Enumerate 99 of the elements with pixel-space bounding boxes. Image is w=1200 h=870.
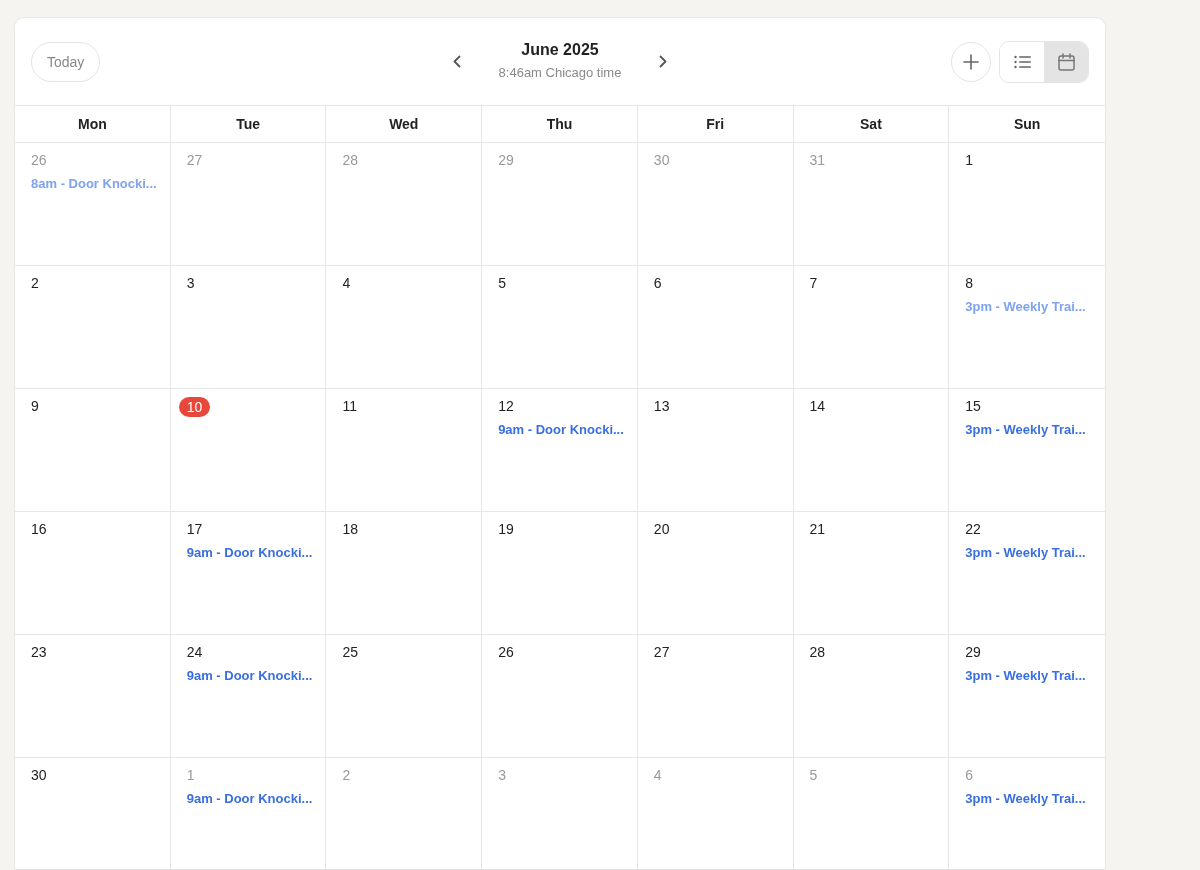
day-cell[interactable]: 12 9am - Door Knocki... — [482, 389, 638, 512]
day-number: 28 — [809, 643, 826, 661]
today-button[interactable]: Today — [31, 41, 101, 82]
day-cell[interactable]: 3 — [170, 266, 327, 389]
day-number: 14 — [809, 397, 826, 415]
day-number: 30 — [31, 766, 47, 784]
event-link[interactable]: 9am - Door Knocki... — [498, 422, 624, 437]
day-cell[interactable]: 23 — [15, 635, 171, 758]
chevron-right-icon — [659, 55, 668, 68]
day-number: 26 — [498, 643, 514, 661]
day-number: 8 — [965, 274, 974, 292]
day-number: 11 — [342, 397, 357, 415]
day-number: 9 — [31, 397, 39, 415]
weekday-header: Fri — [637, 106, 794, 143]
day-cell[interactable]: 26 — [482, 635, 638, 758]
calendar-icon — [1057, 52, 1075, 71]
day-cell[interactable]: 13 — [637, 389, 794, 512]
day-cell[interactable]: 18 — [326, 512, 483, 635]
day-cell[interactable]: 15 3pm - Weekly Trai... — [949, 389, 1105, 512]
event-link[interactable]: 9am - Door Knocki... — [186, 545, 313, 560]
event-link[interactable]: 9am - Door Knocki... — [186, 668, 313, 683]
day-number: 3 — [186, 274, 195, 292]
day-cell[interactable]: 6 3pm - Weekly Trai... — [949, 758, 1105, 870]
day-cell[interactable]: 25 — [326, 635, 483, 758]
day-number: 17 — [186, 520, 203, 538]
day-number: 31 — [809, 151, 826, 169]
day-number: 2 — [342, 766, 351, 784]
event-link[interactable]: 3pm - Weekly Trai... — [965, 545, 1086, 560]
event-link[interactable]: 3pm - Weekly Trai... — [965, 791, 1086, 806]
add-event-button[interactable] — [951, 41, 991, 82]
day-cell[interactable]: 14 — [793, 389, 950, 512]
day-cell[interactable]: 27 — [637, 635, 794, 758]
day-number: 10 — [178, 397, 211, 417]
day-number: 4 — [342, 274, 351, 292]
day-number: 16 — [31, 520, 47, 538]
day-number: 6 — [653, 274, 662, 292]
day-cell[interactable]: 28 — [793, 635, 950, 758]
day-number: 1 — [186, 766, 195, 784]
day-number: 18 — [342, 520, 358, 538]
day-number: 6 — [965, 766, 974, 784]
day-number: 26 — [31, 151, 47, 169]
weekday-header: Thu — [482, 106, 638, 143]
day-number: 1 — [965, 151, 974, 169]
day-number: 7 — [809, 274, 818, 292]
day-cell[interactable]: 9 — [15, 389, 171, 512]
plus-icon — [963, 53, 979, 70]
event-link[interactable]: 3pm - Weekly Trai... — [965, 668, 1086, 683]
day-number: 2 — [31, 274, 39, 292]
day-number: 12 — [498, 397, 514, 415]
day-number: 25 — [342, 643, 358, 661]
day-cell[interactable]: 7 — [793, 266, 950, 389]
day-cell[interactable]: 5 — [482, 266, 638, 389]
day-cell[interactable]: 20 — [637, 512, 794, 635]
day-number: 4 — [653, 766, 662, 784]
day-number: 27 — [186, 151, 203, 169]
current-time-text: 8:46am Chicago time — [498, 65, 622, 80]
day-number: 29 — [498, 151, 514, 169]
day-cell[interactable]: 8 3pm - Weekly Trai... — [949, 266, 1105, 389]
day-cell[interactable]: 2 — [15, 266, 171, 389]
chevron-left-icon — [452, 55, 461, 68]
event-link[interactable]: 3pm - Weekly Trai... — [965, 422, 1086, 437]
day-cell[interactable]: 10 — [170, 389, 327, 512]
day-cell[interactable]: 29 3pm - Weekly Trai... — [949, 635, 1105, 758]
day-number: 29 — [965, 643, 981, 661]
day-number: 22 — [965, 520, 981, 538]
day-cell[interactable]: 16 — [15, 512, 171, 635]
day-number: 20 — [653, 520, 670, 538]
calendar-view-button[interactable] — [1044, 41, 1088, 82]
day-cell[interactable]: 17 9am - Door Knocki... — [170, 512, 327, 635]
weekday-header: Sat — [793, 106, 950, 143]
day-number: 15 — [965, 397, 981, 415]
day-number: 28 — [342, 151, 358, 169]
weekday-header: Tue — [170, 106, 327, 143]
weekday-header: Wed — [326, 106, 483, 143]
month-title: June 2025 — [521, 41, 599, 59]
day-number: 24 — [186, 643, 203, 661]
day-cell[interactable]: 21 — [793, 512, 950, 635]
day-number: 23 — [31, 643, 47, 661]
day-number: 21 — [809, 520, 826, 538]
day-cell[interactable]: 30 — [15, 758, 171, 870]
day-number: 27 — [653, 643, 670, 661]
day-cell[interactable]: 19 — [482, 512, 638, 635]
day-cell[interactable]: 22 3pm - Weekly Trai... — [949, 512, 1105, 635]
day-cell[interactable]: 1 9am - Door Knocki... — [170, 758, 327, 870]
day-cell[interactable]: 24 9am - Door Knocki... — [170, 635, 327, 758]
day-cell[interactable]: 1 — [949, 143, 1105, 266]
day-number: 3 — [498, 766, 506, 784]
day-number: 19 — [498, 520, 514, 538]
day-number: 13 — [653, 397, 670, 415]
day-number: 5 — [809, 766, 818, 784]
weekday-header: Sun — [949, 106, 1105, 143]
day-number: 5 — [498, 274, 506, 292]
event-link[interactable]: 9am - Door Knocki... — [186, 791, 313, 806]
weekday-header: Mon — [15, 106, 171, 143]
day-number: 30 — [653, 151, 670, 169]
list-icon — [1013, 54, 1031, 69]
day-cell[interactable]: 6 — [637, 266, 794, 389]
day-cell[interactable]: 11 — [326, 389, 483, 512]
day-cell[interactable]: 4 — [326, 266, 483, 389]
